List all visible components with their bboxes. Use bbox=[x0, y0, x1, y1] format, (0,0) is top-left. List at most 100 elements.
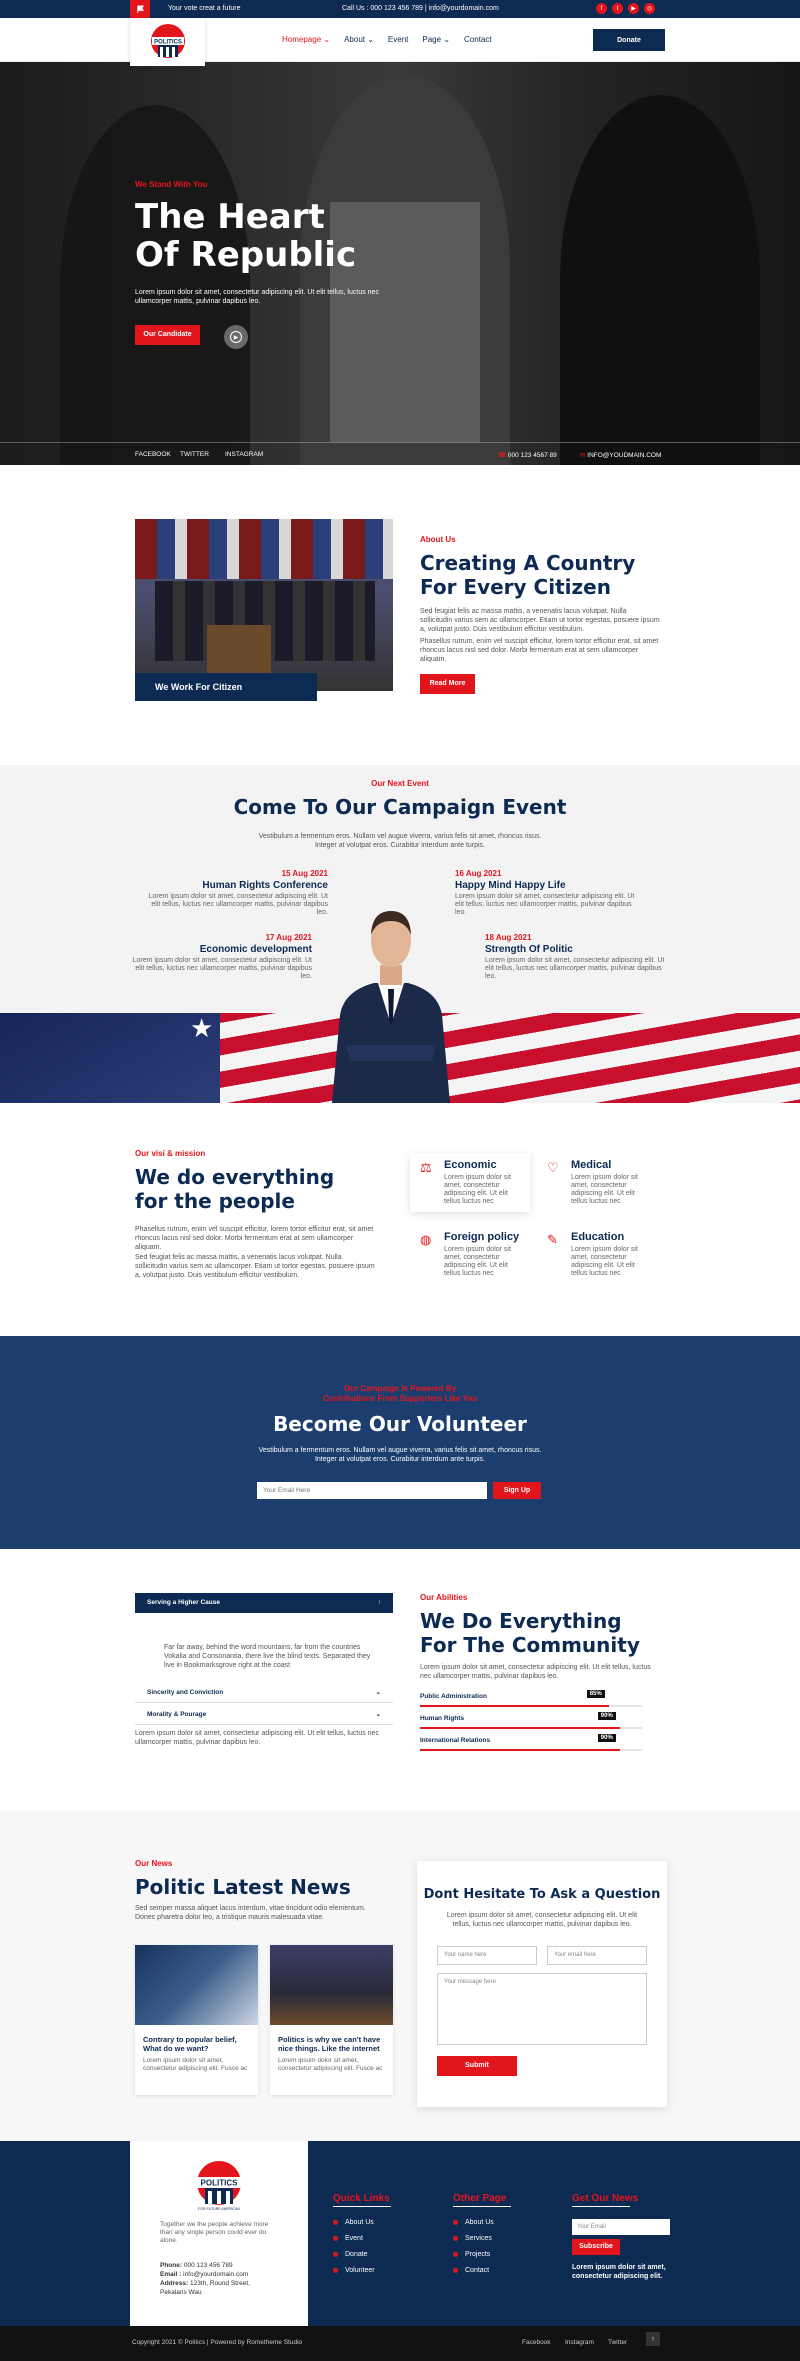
accordion-item-morality[interactable]: Morality & Pourage ⌄ bbox=[135, 1705, 393, 1725]
facebook-icon[interactable]: f bbox=[596, 3, 607, 14]
accordion-item-sincerity[interactable]: Sincerity and Conviction ⌄ bbox=[135, 1683, 393, 1703]
footer-link[interactable]: Volunteer bbox=[333, 2267, 391, 2283]
mission-item[interactable]: ✎ Education Lorem ipsum dolor sit amet, co… bbox=[537, 1225, 657, 1284]
skill-bar: International Relations 90% bbox=[420, 1734, 642, 1757]
hero-link-twitter[interactable]: TWITTER bbox=[180, 451, 209, 458]
about-section: We Work For Citizen About Us Creating A … bbox=[0, 465, 800, 765]
mission-paragraph-2: Sed feugiat felis ac massa mattis, a ven… bbox=[135, 1254, 375, 1279]
events-title: Come To Our Campaign Event bbox=[233, 795, 567, 819]
nav-page[interactable]: Page ⌄ bbox=[422, 35, 450, 44]
submit-button[interactable]: Submit bbox=[437, 2056, 517, 2076]
volunteer-subtitle: Vestibulum a fermentum eros. Nullam vel … bbox=[258, 1447, 542, 1463]
flag-canton bbox=[0, 1013, 220, 1103]
bottom-link-twitter[interactable]: Twitter bbox=[608, 2339, 627, 2346]
question-form: Dont Hesitate To Ask a Question Lorem ip… bbox=[417, 1861, 667, 2107]
nav-contact[interactable]: Contact bbox=[464, 35, 492, 44]
news-card-image bbox=[135, 1945, 258, 2025]
globe-icon: ◍ bbox=[420, 1232, 432, 1247]
hero-email[interactable]: ✉ INFO@YOUDMAIN.COM bbox=[580, 451, 661, 459]
footer: POLITICS FOR FUTURE AMERICAN Together we… bbox=[0, 2141, 800, 2326]
donate-button[interactable]: Donate bbox=[593, 29, 665, 51]
subscribe-button[interactable]: Subscribe bbox=[572, 2239, 620, 2255]
read-more-button[interactable]: Read More bbox=[420, 674, 475, 694]
mission-item[interactable]: ♡ Medical Lorem ipsum dolor sit amet, cons… bbox=[537, 1153, 657, 1212]
abilities-left-text: Lorem ipsum dolor sit amet, consectetur … bbox=[135, 1730, 379, 1746]
arrow-up-icon: ↑ bbox=[651, 2335, 655, 2343]
event-item[interactable]: 16 Aug 2021 Happy Mind Happy Life Lorem ip… bbox=[455, 869, 635, 917]
name-field[interactable]: Your name here bbox=[437, 1946, 537, 1965]
message-field[interactable]: Your message here bbox=[437, 1973, 647, 2045]
news-section: Our News Politic Latest News Sed semper … bbox=[0, 1811, 800, 2141]
hero-title: The Heart Of Republic bbox=[135, 197, 357, 275]
sign-up-button[interactable]: Sign Up bbox=[493, 1482, 541, 1499]
footer-link[interactable]: Projects bbox=[453, 2251, 511, 2267]
footer-logo[interactable]: POLITICS FOR FUTURE AMERICAN bbox=[190, 2159, 248, 2211]
footer-link[interactable]: About Us bbox=[333, 2219, 391, 2235]
abilities-kicker: Our Abilities bbox=[420, 1593, 468, 1602]
chevron-down-icon: ⌄ bbox=[367, 35, 374, 44]
copyright: Copyright 2021 © Politics | Powered by R… bbox=[132, 2339, 303, 2346]
nav-event[interactable]: Event bbox=[388, 35, 408, 44]
event-item[interactable]: 17 Aug 2021 Economic development Lorem ips… bbox=[132, 933, 312, 981]
play-video-button[interactable]: ▶ bbox=[224, 325, 248, 349]
medical-icon: ♡ bbox=[547, 1160, 559, 1175]
mission-paragraph-1: Phasellus rutrum, enim vel suscipit effi… bbox=[135, 1226, 374, 1251]
footer-description: Together we the people achieve more than… bbox=[160, 2221, 269, 2244]
news-subtitle: Sed semper massa aliquet lacus interdum,… bbox=[135, 1905, 366, 1921]
twitter-icon[interactable]: t bbox=[612, 3, 623, 14]
news-card[interactable]: Contrary to popular belief, What do we w… bbox=[135, 1945, 258, 2095]
bottom-link-instagram[interactable]: Instagram bbox=[565, 2339, 594, 2346]
footer-link[interactable]: Event bbox=[333, 2235, 391, 2251]
volunteer-email-input[interactable] bbox=[257, 1482, 487, 1499]
mission-title: We do everything for the people bbox=[135, 1165, 335, 1213]
newsletter-email-input[interactable]: Your Email bbox=[572, 2219, 670, 2235]
hero-link-facebook[interactable]: FACEBOOK bbox=[135, 451, 171, 458]
footer-logo-subtext: FOR FUTURE AMERICAN bbox=[198, 2207, 240, 2211]
footer-link[interactable]: Contact bbox=[453, 2267, 511, 2283]
skill-bar: Human Rights 90% bbox=[420, 1712, 642, 1735]
volunteer-section: Our Campaign Is Powered By Contributions… bbox=[0, 1336, 800, 1549]
hero: We Stand With You The Heart Of Republic … bbox=[0, 62, 800, 465]
bottom-link-facebook[interactable]: Facebook bbox=[522, 2339, 551, 2346]
star-icon: ★ bbox=[190, 1013, 214, 1043]
bottom-bar: Copyright 2021 © Politics | Powered by R… bbox=[0, 2326, 800, 2361]
footer-link[interactable]: Services bbox=[453, 2235, 511, 2251]
economic-icon: ⚖ bbox=[420, 1160, 432, 1175]
mission-item[interactable]: ⚖ Economic Lorem ipsum dolor sit amet, con… bbox=[410, 1153, 530, 1212]
nav-about[interactable]: About ⌄ bbox=[344, 35, 374, 44]
play-icon: ▶ bbox=[230, 331, 242, 343]
nav-homepage[interactable]: Homepage ⌄ bbox=[282, 35, 330, 44]
logo[interactable]: POLITICS bbox=[130, 18, 205, 66]
header: POLITICS Homepage ⌄ About ⌄ Event Page ⌄… bbox=[0, 18, 800, 66]
footer-link[interactable]: About Us bbox=[453, 2219, 511, 2235]
youtube-icon[interactable]: ▶ bbox=[628, 3, 639, 14]
mission-section: Our visi & mission We do everything for … bbox=[0, 1103, 800, 1336]
flag-icon bbox=[130, 0, 150, 18]
hero-lead: Lorem ipsum dolor sit amet, consectetur … bbox=[135, 289, 379, 305]
hero-overlay bbox=[0, 62, 800, 465]
news-card[interactable]: Politics is why we can't have nice thing… bbox=[270, 1945, 393, 2095]
back-to-top-button[interactable]: ↑ bbox=[646, 2332, 660, 2346]
our-candidate-button[interactable]: Our Candidate bbox=[135, 325, 200, 345]
newsletter: Get Our News bbox=[572, 2193, 638, 2219]
about-kicker: About Us bbox=[420, 535, 456, 544]
footer-link[interactable]: Donate bbox=[333, 2251, 391, 2267]
event-item[interactable]: 15 Aug 2021 Human Rights Conference Lorem … bbox=[148, 869, 328, 917]
email-field[interactable]: Your email here bbox=[547, 1946, 647, 1965]
chevron-down-icon: ⌄ bbox=[443, 35, 451, 44]
news-kicker: Our News bbox=[135, 1859, 173, 1868]
newsletter-text: Lorem ipsum dolor sit amet, consectetur … bbox=[572, 2264, 666, 2280]
about-paragraph-1: Sed feugiat felis ac massa mattis, a ven… bbox=[420, 608, 660, 633]
hero-link-instagram[interactable]: INSTAGRAM bbox=[225, 451, 263, 458]
chevron-down-icon: ⌄ bbox=[375, 1711, 381, 1718]
quick-links: Quick Links About Us Event Donate Volunt… bbox=[333, 2193, 391, 2283]
accordion-item-serving[interactable]: Serving a Higher Cause ↑ bbox=[135, 1593, 393, 1613]
instagram-icon[interactable]: ◎ bbox=[644, 3, 655, 14]
accordion-body: Far far away, behind the word mountains,… bbox=[164, 1644, 371, 1669]
event-item[interactable]: 18 Aug 2021 Strength Of Politic Lorem ipsu… bbox=[485, 933, 665, 981]
events-kicker: Our Next Event bbox=[371, 779, 429, 788]
about-paragraph-2: Phasellus rutrum, enim vel suscipit effi… bbox=[420, 638, 659, 663]
phone-icon: ☎ bbox=[498, 452, 507, 459]
mission-item[interactable]: ◍ Foreign policy Lorem ipsum dolor sit ame… bbox=[410, 1225, 530, 1284]
footer-contact: Phone: 000 123 456 789 Email : info@your… bbox=[160, 2262, 250, 2296]
